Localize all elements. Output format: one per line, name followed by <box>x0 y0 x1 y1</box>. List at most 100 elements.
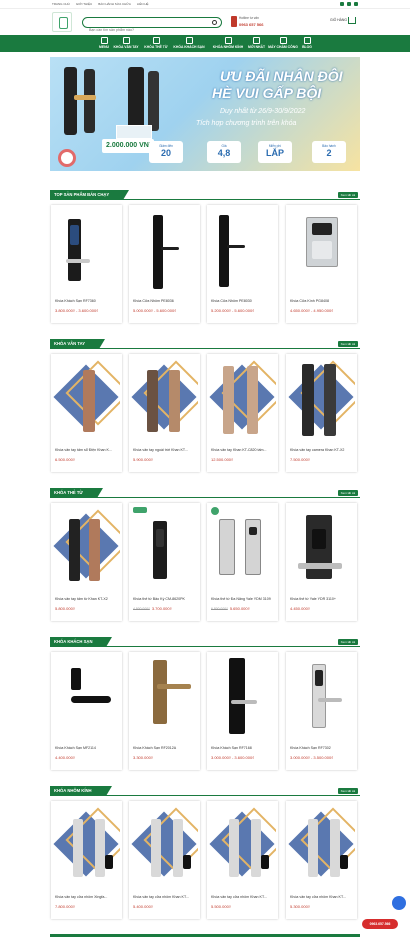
facebook-icon[interactable] <box>340 2 344 6</box>
view-all-button[interactable]: Xem tất cả <box>337 639 358 645</box>
price-current: 3.000.000₫ - 3.600.000₫ <box>211 755 255 760</box>
product-image[interactable] <box>53 505 120 593</box>
product-card[interactable]: Khóa thẻ từ Bảo Kỳ CM-8620PK 4.900.000₫ 3… <box>129 503 200 621</box>
price-current: 7.500.000₫ <box>290 457 310 462</box>
product-name[interactable]: Khóa vân tay cửa nhôm Khan KT... <box>290 895 355 899</box>
product-name[interactable]: Khóa thẻ từ Yale YDR 3110+ <box>290 597 355 601</box>
product-card[interactable]: Khóa vân tay ngoài trời Khan KT... 5.900… <box>129 354 200 472</box>
card-icon <box>152 37 160 44</box>
product-name[interactable]: Khóa Khách Sạn RF7168 <box>211 746 276 750</box>
top-link-warranty[interactable]: BẢO HÀNH SỬA CHỮA <box>98 2 131 6</box>
product-card[interactable]: Khóa vân tay cửa nhôm Khan KT... 5.400.0… <box>129 801 200 919</box>
product-image[interactable] <box>288 207 355 295</box>
hotline-float-button[interactable]: 0963.657.566 <box>362 919 398 929</box>
product-image[interactable] <box>53 803 120 891</box>
top-link-contact[interactable]: LIÊN HỆ <box>137 2 149 6</box>
site-logo[interactable] <box>52 12 72 32</box>
product-name[interactable]: Khóa thẻ từ Đa Năng Yale YDM 3109 <box>211 597 276 601</box>
product-name[interactable]: Khóa vân tay ngoài trời Khan KT... <box>133 448 198 452</box>
section-header-hotel-locks: KHÓA KHÁCH SẠN Xem tất cả <box>50 637 360 647</box>
product-image[interactable] <box>288 356 355 444</box>
view-all-button[interactable]: Xem tất cả <box>337 341 358 347</box>
product-card[interactable]: Khóa vân tay tấm từ Khan KT-X2 5.800.000… <box>51 503 122 621</box>
product-card[interactable]: Khóa Cửa Nhôm PE8030 5.200.000₫ - 5.600.… <box>207 205 278 323</box>
product-card[interactable]: Khóa vân tay Khan KT-C820 tấm... 12.500.… <box>207 354 278 472</box>
product-image[interactable] <box>209 356 276 444</box>
product-image[interactable] <box>209 505 276 593</box>
product-card[interactable]: Khóa Khách Sạn RF2012A 3.300.000₫ <box>129 652 200 770</box>
section-header-aluminum-glass: KHÓA NHÔM KÍNH Xem tất cả <box>50 786 360 796</box>
hotline-number[interactable]: 0963 657 566 <box>239 22 263 27</box>
promo-banner[interactable]: 2.000.000 VNĐ ƯU ĐÃI NHÂN ĐÔI HÈ VUI GẤP… <box>50 57 360 171</box>
product-card[interactable]: Khóa vân tay camera Khan KT-X2 7.500.000… <box>286 354 357 472</box>
product-image[interactable] <box>209 654 276 742</box>
product-card[interactable]: Khóa vân tay cửa nhôm Xingfa... 7.800.00… <box>51 801 122 919</box>
hotline[interactable]: Hotline tư vấn 0963 657 566 <box>231 15 276 29</box>
product-name[interactable]: Khóa thẻ từ Bảo Kỳ CM-8620PK <box>133 597 198 601</box>
product-name[interactable]: Khóa Khách Sạn RF2012A <box>133 746 198 750</box>
product-card[interactable]: Khóa thẻ từ Yale YDR 3110+ 4.450.000₫ <box>286 503 357 621</box>
product-name[interactable]: Khóa vân tay camera Khan KT-X2 <box>290 448 355 452</box>
product-card[interactable]: Khóa Cửa Kính PG8408 4.650.000₫ - 4.950.… <box>286 205 357 323</box>
price-current: 3.300.000₫ <box>133 755 153 760</box>
price-current: 7.800.000₫ <box>55 904 75 909</box>
price-current: 5.800.000₫ <box>55 606 75 611</box>
product-name[interactable]: Khóa vân tay cửa nhôm Khan KT... <box>133 895 198 899</box>
product-image[interactable] <box>131 505 198 593</box>
product-name[interactable]: Khóa Cửa Kính PG8408 <box>290 299 355 303</box>
product-image[interactable] <box>53 207 120 295</box>
cart-label[interactable]: GIỎ HÀNG <box>330 18 347 22</box>
product-image[interactable] <box>53 654 120 742</box>
product-name[interactable]: Khóa Cửa Nhôm PE8036 <box>133 299 198 303</box>
product-name[interactable]: Khóa Khách Sạn MF2114 <box>55 746 120 750</box>
product-name[interactable]: Khóa Khách Sạn RF7302 <box>290 746 355 750</box>
view-all-button[interactable]: Xem tất cả <box>337 490 358 496</box>
product-name[interactable]: Khóa vân tay cửa nhôm Khan KT... <box>211 895 276 899</box>
product-card[interactable]: Khóa Khách Sạn MF2114 4.400.000₫ <box>51 652 122 770</box>
product-card[interactable]: Khóa Khách Sạn RF7302 3.000.000₫ - 3.500… <box>286 652 357 770</box>
product-image[interactable] <box>53 356 120 444</box>
product-name[interactable]: Khóa Cửa Nhôm PE8030 <box>211 299 276 303</box>
product-image[interactable] <box>131 803 198 891</box>
product-image[interactable] <box>209 803 276 891</box>
product-card[interactable]: Khóa vân tay tấm sổ Điện Khan K... 6.500… <box>51 354 122 472</box>
product-name[interactable]: Khóa vân tay Khan KT-C820 tấm... <box>211 448 276 452</box>
money-card: 2.000.000 VNĐ <box>102 139 154 153</box>
search-input[interactable] <box>83 25 203 35</box>
view-all-button[interactable]: Xem tất cả <box>337 788 358 794</box>
view-all-button[interactable]: Xem tất cả <box>337 192 358 198</box>
product-card[interactable]: Khóa Khách Sạn RF7168 3.000.000₫ - 3.600… <box>207 652 278 770</box>
product-image[interactable] <box>131 654 198 742</box>
product-image[interactable] <box>209 207 276 295</box>
product-card[interactable]: Khóa vân tay cửa nhôm Khan KT... 5.500.0… <box>207 801 278 919</box>
nav-aluminum-locks[interactable]: KHÓA NHÔM KÍNH <box>210 35 246 52</box>
cart-icon[interactable] <box>348 17 356 24</box>
nav-menu[interactable]: MENU <box>97 35 111 52</box>
nav-fingerprint-locks[interactable]: KHÓA VÂN TAY <box>113 35 139 52</box>
top-link-about[interactable]: GIỚI THIỆU <box>76 2 92 6</box>
product-image[interactable] <box>131 356 198 444</box>
nav-card-locks[interactable]: KHÓA THẺ TỪ <box>143 35 169 52</box>
nav-time-attendance[interactable]: MÁY CHẤM CÔNG <box>266 35 300 52</box>
product-image[interactable] <box>288 803 355 891</box>
nav-newest[interactable]: MỚI NHẤT <box>248 35 265 52</box>
zalo-icon[interactable] <box>354 2 358 6</box>
product-card[interactable]: Khóa Cửa Nhôm PE8036 5.000.000₫ - 5.600.… <box>129 205 200 323</box>
product-image[interactable] <box>288 505 355 593</box>
product-name[interactable]: Khóa vân tay cửa nhôm Xingfa... <box>55 895 120 899</box>
menu-icon <box>100 37 108 44</box>
nav-hotel-locks[interactable]: KHÓA KHÁCH SẠN <box>172 35 206 52</box>
product-name[interactable]: Khóa vân tay tấm sổ Điện Khan K... <box>55 448 120 452</box>
product-name[interactable]: Khóa vân tay tấm từ Khan KT-X2 <box>55 597 120 601</box>
product-name[interactable]: Khóa Khách Sạn RF7360 <box>55 299 120 303</box>
product-image[interactable] <box>288 654 355 742</box>
nav-blog[interactable]: BLOG <box>302 35 312 52</box>
chat-icon[interactable] <box>392 896 406 910</box>
search-icon[interactable] <box>212 20 217 25</box>
product-card[interactable]: Khóa vân tay cửa nhôm Khan KT... 5.300.0… <box>286 801 357 919</box>
product-card[interactable]: Khóa Khách Sạn RF7360 3.800.000₫ - 3.600… <box>51 205 122 323</box>
youtube-icon[interactable] <box>347 2 351 6</box>
top-link-home[interactable]: TRANG CHỦ <box>52 2 70 6</box>
product-card[interactable]: Khóa thẻ từ Đa Năng Yale YDM 3109 6.800.… <box>207 503 278 621</box>
product-image[interactable] <box>131 207 198 295</box>
